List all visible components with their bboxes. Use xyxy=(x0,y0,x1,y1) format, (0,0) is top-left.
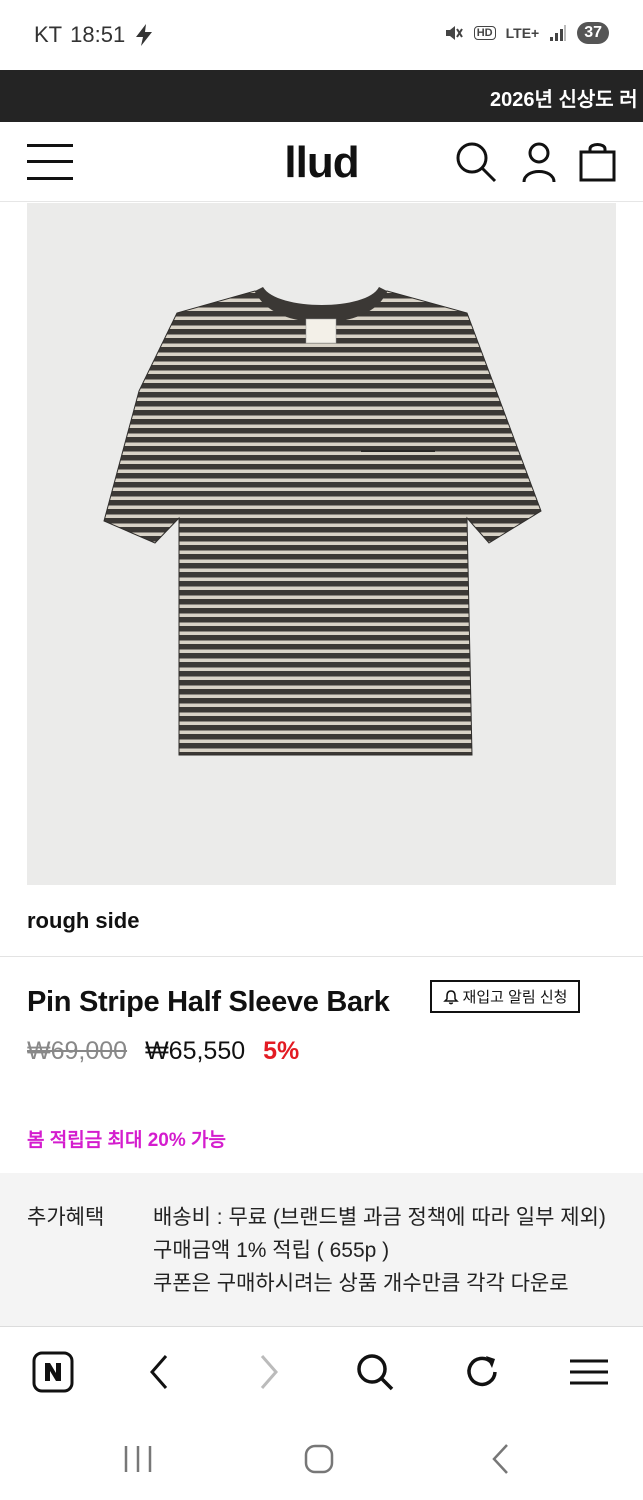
browser-toolbar xyxy=(0,1326,643,1416)
menu-line xyxy=(27,177,73,180)
home-button[interactable] xyxy=(289,1434,349,1484)
restock-label: 재입고 알림 신청 xyxy=(462,989,568,1006)
browser-menu-button[interactable] xyxy=(564,1347,614,1397)
site-header: llud xyxy=(0,122,643,202)
benefit-line: 배송비 : 무료 (브랜드별 과금 정책에 따라 일부 제외) xyxy=(153,1206,606,1229)
back-icon xyxy=(150,1355,168,1389)
menu-line xyxy=(27,160,73,163)
benefits-box: 추가혜택 배송비 : 무료 (브랜드별 과금 정책에 따라 일부 제외) 구매금… xyxy=(0,1173,643,1326)
menu-button[interactable] xyxy=(27,144,73,180)
benefit-line: 쿠폰은 구매하시려는 상품 개수만큼 각각 다운로 xyxy=(153,1272,569,1295)
mute-icon xyxy=(445,26,463,40)
home-icon xyxy=(304,1444,334,1474)
original-price: ₩69,000 xyxy=(27,1037,128,1065)
network-label: LTE+ xyxy=(505,25,540,41)
product-image[interactable] xyxy=(27,203,616,885)
system-nav xyxy=(0,1416,643,1500)
banner-text: 2026년 신상도 러 xyxy=(490,89,638,111)
user-icon xyxy=(522,142,556,183)
status-bar: KT 18:51 HD LTE+ 37 xyxy=(0,0,643,70)
recent-apps-icon xyxy=(124,1446,152,1472)
bag-icon xyxy=(579,143,616,182)
search-button[interactable] xyxy=(454,140,498,184)
benefits-label: 추가혜택 xyxy=(27,1206,105,1229)
divider xyxy=(0,956,643,957)
browser-search-button[interactable] xyxy=(350,1347,400,1397)
price-row: ₩69,000 ₩65,550 5% xyxy=(27,1037,299,1066)
browser-forward-button[interactable] xyxy=(244,1347,294,1397)
clock: 18:51 xyxy=(70,22,126,47)
browser-refresh-button[interactable] xyxy=(457,1347,507,1397)
hd-badge: HD xyxy=(473,26,496,40)
system-back-button[interactable] xyxy=(470,1434,530,1484)
benefits-lines: 배송비 : 무료 (브랜드별 과금 정책에 따라 일부 제외) 구매금액 1% … xyxy=(153,1201,615,1300)
product-title: Pin Stripe Half Sleeve Bark xyxy=(27,986,390,1018)
carrier-label: KT xyxy=(34,22,63,47)
restock-alert-button[interactable]: 재입고 알림 신청 xyxy=(430,980,580,1013)
points-promo: 봄 적립금 최대 20% 가능 xyxy=(27,1130,226,1151)
battery-indicator: 37 xyxy=(577,22,609,44)
menu-icon xyxy=(570,1359,608,1385)
cart-button[interactable] xyxy=(576,140,620,184)
status-left: KT 18:51 xyxy=(34,22,155,48)
product-photo xyxy=(103,287,542,756)
naver-home-button[interactable] xyxy=(28,1347,78,1397)
refresh-icon xyxy=(467,1356,497,1387)
charging-icon xyxy=(136,24,153,46)
bell-icon xyxy=(442,989,459,1004)
search-icon xyxy=(456,142,497,183)
promo-banner[interactable]: 2026년 신상도 러 xyxy=(0,70,643,122)
forward-icon xyxy=(260,1355,278,1389)
back-icon xyxy=(492,1444,508,1474)
discount-rate: 5% xyxy=(263,1037,300,1065)
recent-apps-button[interactable] xyxy=(108,1434,168,1484)
signal-icon xyxy=(550,25,567,41)
brand-name[interactable]: rough side xyxy=(27,908,139,934)
menu-line xyxy=(27,144,73,147)
status-right: HD LTE+ 37 xyxy=(444,22,609,44)
sale-price: ₩65,550 xyxy=(145,1037,246,1065)
search-icon xyxy=(357,1354,394,1391)
account-button[interactable] xyxy=(517,140,561,184)
browser-back-button[interactable] xyxy=(134,1347,184,1397)
benefit-line: 구매금액 1% 적립 ( 655p ) xyxy=(153,1239,390,1262)
naver-icon xyxy=(32,1351,74,1393)
